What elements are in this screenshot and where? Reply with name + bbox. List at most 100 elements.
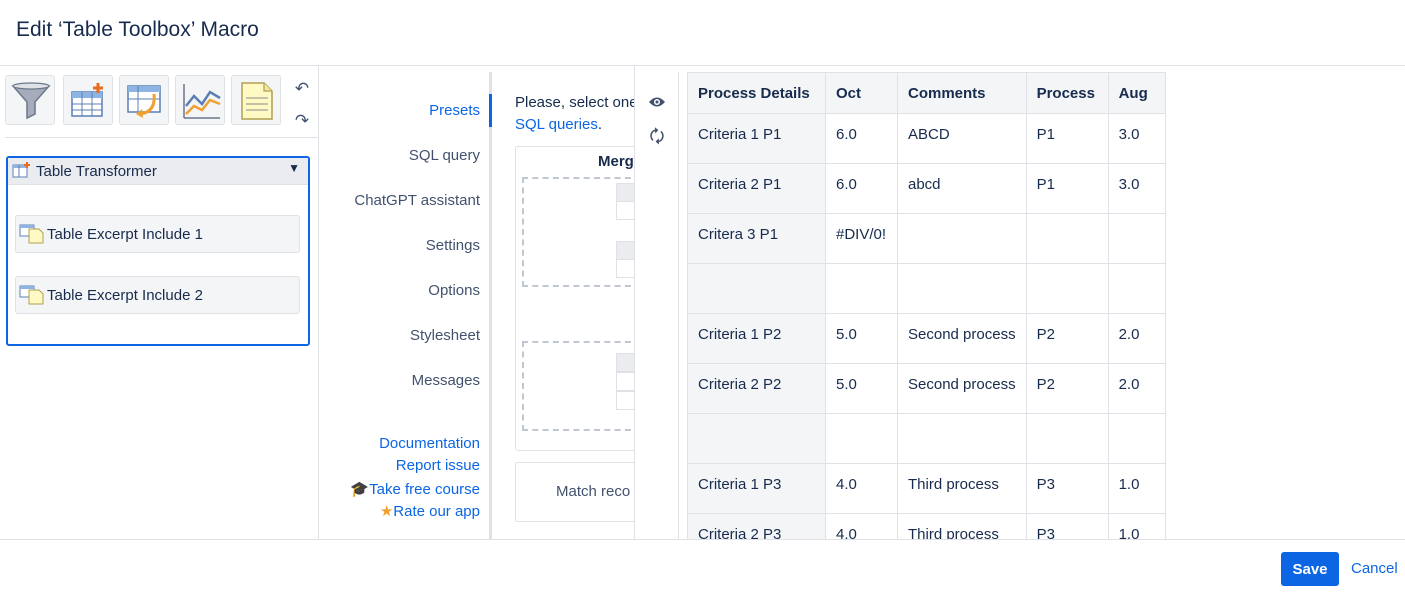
table-cell: 2.0 [1107,313,1166,364]
tab-stylesheet[interactable]: Stylesheet [410,327,480,344]
macro-structure-panel: ↶ ↷ Table Transformer ▼ Table Excerpt In… [0,66,319,540]
table-preview-panel: 🗘 Process Details Oct Comments Process Aug C… [634,66,1405,540]
table-cell: ABCD [897,113,1027,164]
table-cell: P3 [1025,463,1109,514]
tree-child-item[interactable]: Table Excerpt Include 2 [15,276,300,314]
table-cell: Second process [897,313,1027,364]
table-cell: Criteria 1 P1 [687,113,826,164]
table-cell [825,263,898,314]
cancel-button[interactable]: Cancel [1351,560,1398,577]
dialog-title: Edit ‘Table Toolbox’ Macro [16,18,259,41]
table-transform-icon [127,85,161,118]
table-excerpt-include-icon [19,224,44,244]
presets-intro: Please, select one SQL queries. [515,94,635,133]
presets-panel: Please, select one SQL queries. Merg Mat… [495,66,635,540]
tree-child-label: Table Excerpt Include 2 [47,287,203,304]
eye-icon[interactable] [647,94,667,114]
preview-controls: 🗘 [635,72,679,540]
table-row: Criteria 2 P1 6.0 abcd P1 3.0 [687,163,1166,214]
undo-icon[interactable]: ↶ [291,78,313,100]
table-cell [687,263,826,314]
redo-icon[interactable]: ↷ [291,110,313,132]
table-cell: abcd [897,163,1027,214]
table-cell [897,263,1027,314]
table-cell [1107,413,1166,464]
table-excerpt-icon [241,82,273,120]
dialog-footer: Save Cancel [0,539,1405,595]
table-cell: Second process [897,363,1027,414]
table-cell: 4.0 [825,463,898,514]
table-row: Criteria 1 P2 5.0 Second process P2 2.0 [687,313,1166,364]
nav-active-indicator [489,94,492,127]
tab-presets[interactable]: Presets [429,102,480,119]
table-cell [825,413,898,464]
table-row: Criteria 1 P1 6.0 ABCD P1 3.0 [687,113,1166,164]
table-cell [1107,263,1166,314]
settings-nav: Presets SQL query ChatGPT assistant Sett… [320,66,495,540]
table-body: Criteria 1 P1 6.0 ABCD P1 3.0 Criteria 2 P1 6.… [687,113,1166,540]
tree-child-item[interactable]: Table Excerpt Include 1 [15,215,300,253]
table-cell: Criteria 2 P2 [687,363,826,414]
tab-sql-query[interactable]: SQL query [409,147,480,164]
report-issue-link[interactable]: Report issue [396,457,480,474]
add-pivot-button[interactable] [119,75,169,125]
save-button[interactable]: Save [1281,552,1339,586]
table-cell [1107,213,1166,264]
table-cell: P2 [1025,363,1109,414]
filter-funnel-icon [11,82,51,120]
add-filtration-button[interactable] [5,75,55,125]
table-cell: P3 [1025,513,1109,540]
refresh-icon[interactable]: 🗘 [647,124,667,146]
table-row [687,413,1166,464]
tree-root-item[interactable]: Table Transformer ▼ [8,158,308,185]
add-chart-button[interactable] [175,75,225,125]
merge-preset-card[interactable]: Merg [515,146,635,451]
tab-messages[interactable]: Messages [412,372,480,389]
match-records-preset-card[interactable]: Match reco [515,462,635,522]
table-cell: 1.0 [1107,513,1166,540]
table-cell: P2 [1025,313,1109,364]
table-cell [1025,213,1109,264]
table-cell: 2.0 [1107,363,1166,414]
table-cell: 1.0 [1107,463,1166,514]
rate-our-app-link[interactable]: ★Rate our app [380,502,480,520]
tree-root-label: Table Transformer [36,163,157,180]
tab-chatgpt-assistant[interactable]: ChatGPT assistant [354,192,480,209]
table-cell [1025,263,1109,314]
eye-icon-graphic [649,97,665,107]
table-row: Criteria 2 P3 4.0 Third process P3 1.0 [687,513,1166,540]
dialog-header: Edit ‘Table Toolbox’ Macro [0,0,1405,66]
table-cell: 5.0 [825,363,898,414]
sql-queries-link[interactable]: SQL queries [515,116,598,133]
add-excerpt-button[interactable] [231,75,281,125]
macro-toolbar: ↶ ↷ [5,72,318,138]
table-cell: Criteria 2 P1 [687,163,826,214]
table-row [687,263,1166,314]
add-transformer-button[interactable] [63,75,113,125]
documentation-link[interactable]: Documentation [379,435,480,452]
star-icon: ★ [379,503,394,520]
table-transformer-icon [12,162,30,178]
graduation-cap-icon: 🎓 [350,481,370,498]
table-cell: Critera 3 P1 [687,213,826,264]
table-cell [897,213,1027,264]
table-cell: Third process [897,513,1027,540]
tree-child-label: Table Excerpt Include 1 [47,226,203,243]
match-records-label: Match reco [556,483,631,500]
column-header: Aug [1107,72,1166,114]
table-cell: Criteria 1 P3 [687,463,826,514]
take-free-course-link[interactable]: 🎓Take free course [350,480,480,498]
preview-table: Process Details Oct Comments Process Aug Cri… [687,72,1166,540]
table-cell: Third process [897,463,1027,514]
chevron-down-icon[interactable]: ▼ [288,161,300,175]
table-cell: P1 [1025,113,1109,164]
table-add-icon [71,83,103,117]
tab-settings[interactable]: Settings [426,237,480,254]
table-cell [687,413,826,464]
column-header: Process [1025,72,1109,114]
table-cell: Criteria 2 P3 [687,513,826,540]
tab-options[interactable]: Options [428,282,480,299]
column-header: Comments [897,72,1027,114]
column-header: Process Details [687,72,826,114]
table-cell: 3.0 [1107,113,1166,164]
